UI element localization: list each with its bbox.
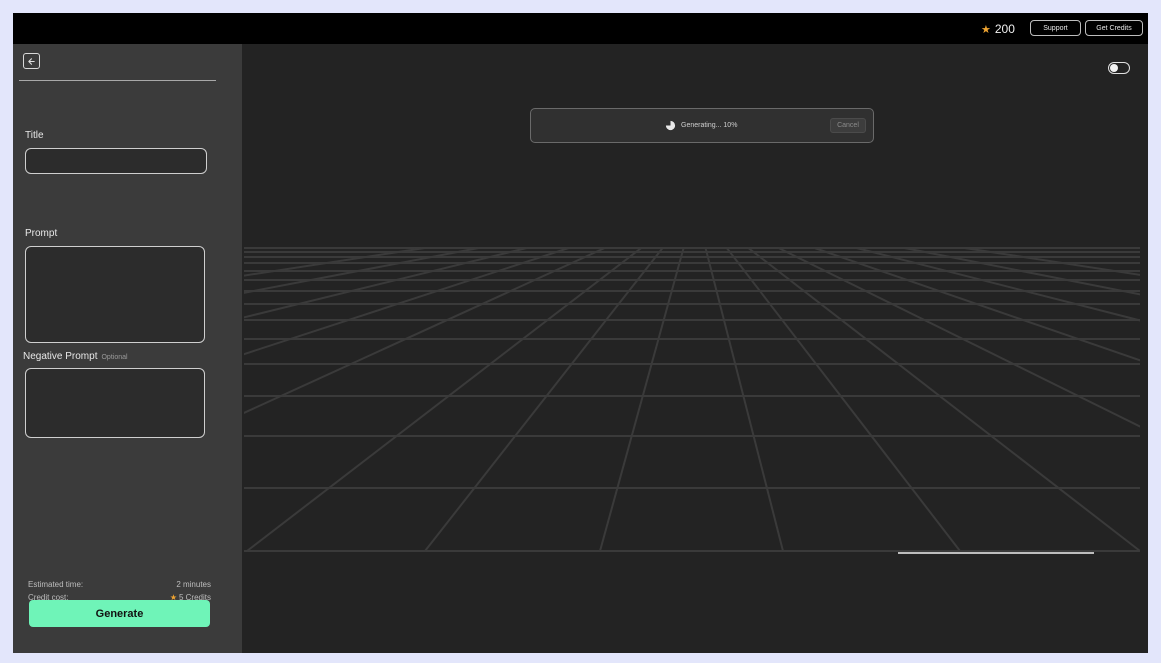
- generate-button[interactable]: Generate: [29, 600, 210, 627]
- title-input[interactable]: [25, 148, 207, 174]
- back-arrow-icon: [28, 57, 35, 65]
- grid-line: [244, 247, 527, 319]
- optional-tag: Optional: [101, 354, 128, 361]
- viewport-scrollbar[interactable]: [898, 552, 1094, 554]
- grid-line: [856, 247, 1140, 322]
- progress-text: Generating... 10%: [681, 122, 738, 129]
- grid-line: [964, 247, 1140, 276]
- support-button[interactable]: Support: [1030, 20, 1081, 36]
- negative-prompt-label-text: Negative Prompt: [23, 351, 98, 362]
- credit-balance-value: 200: [994, 22, 1015, 36]
- grid-line: [244, 247, 569, 356]
- progress-status: Generating... 10%: [665, 120, 737, 131]
- 3d-viewport[interactable]: Generating... 10% Cancel: [242, 44, 1148, 653]
- cancel-button[interactable]: Cancel: [830, 118, 866, 133]
- prompt-textarea[interactable]: [25, 246, 205, 343]
- back-button[interactable]: [23, 53, 40, 69]
- toggle-knob: [1110, 64, 1118, 72]
- grid-line: [704, 247, 784, 552]
- title-label: Title: [25, 130, 44, 141]
- grid-line: [814, 247, 1140, 362]
- grid-line: [726, 247, 961, 552]
- star-icon: ★: [981, 23, 991, 36]
- toggle-switch[interactable]: [1108, 62, 1130, 74]
- negative-prompt-textarea[interactable]: [25, 368, 205, 438]
- grid-line: [904, 247, 1140, 296]
- grid-line: [244, 247, 425, 277]
- sidebar: Title Prompt Negative Prompt Optional Est…: [13, 44, 242, 653]
- grid-line: [244, 247, 606, 415]
- credit-balance: ★ 200: [981, 22, 1015, 36]
- negative-prompt-label: Negative Prompt Optional: [23, 351, 128, 362]
- sidebar-divider: [19, 80, 216, 81]
- grid-line: [599, 247, 685, 552]
- top-bar: ★ 200 Support Get Credits: [13, 13, 1148, 44]
- app-window: ★ 200 Support Get Credits Title Prompt N…: [13, 13, 1148, 653]
- estimated-time-value: 2 minutes: [176, 580, 211, 589]
- estimated-time-row: Estimated time: 2 minutes: [28, 580, 211, 589]
- prompt-label: Prompt: [25, 228, 58, 239]
- grid-line: [246, 247, 642, 552]
- progress-spinner-icon: [665, 120, 676, 131]
- get-credits-button[interactable]: Get Credits: [1085, 20, 1143, 36]
- estimated-time-label: Estimated time:: [28, 580, 84, 589]
- grid-line: [778, 247, 1140, 428]
- grid-line: [424, 247, 664, 552]
- progress-panel: Generating... 10% Cancel: [530, 108, 874, 143]
